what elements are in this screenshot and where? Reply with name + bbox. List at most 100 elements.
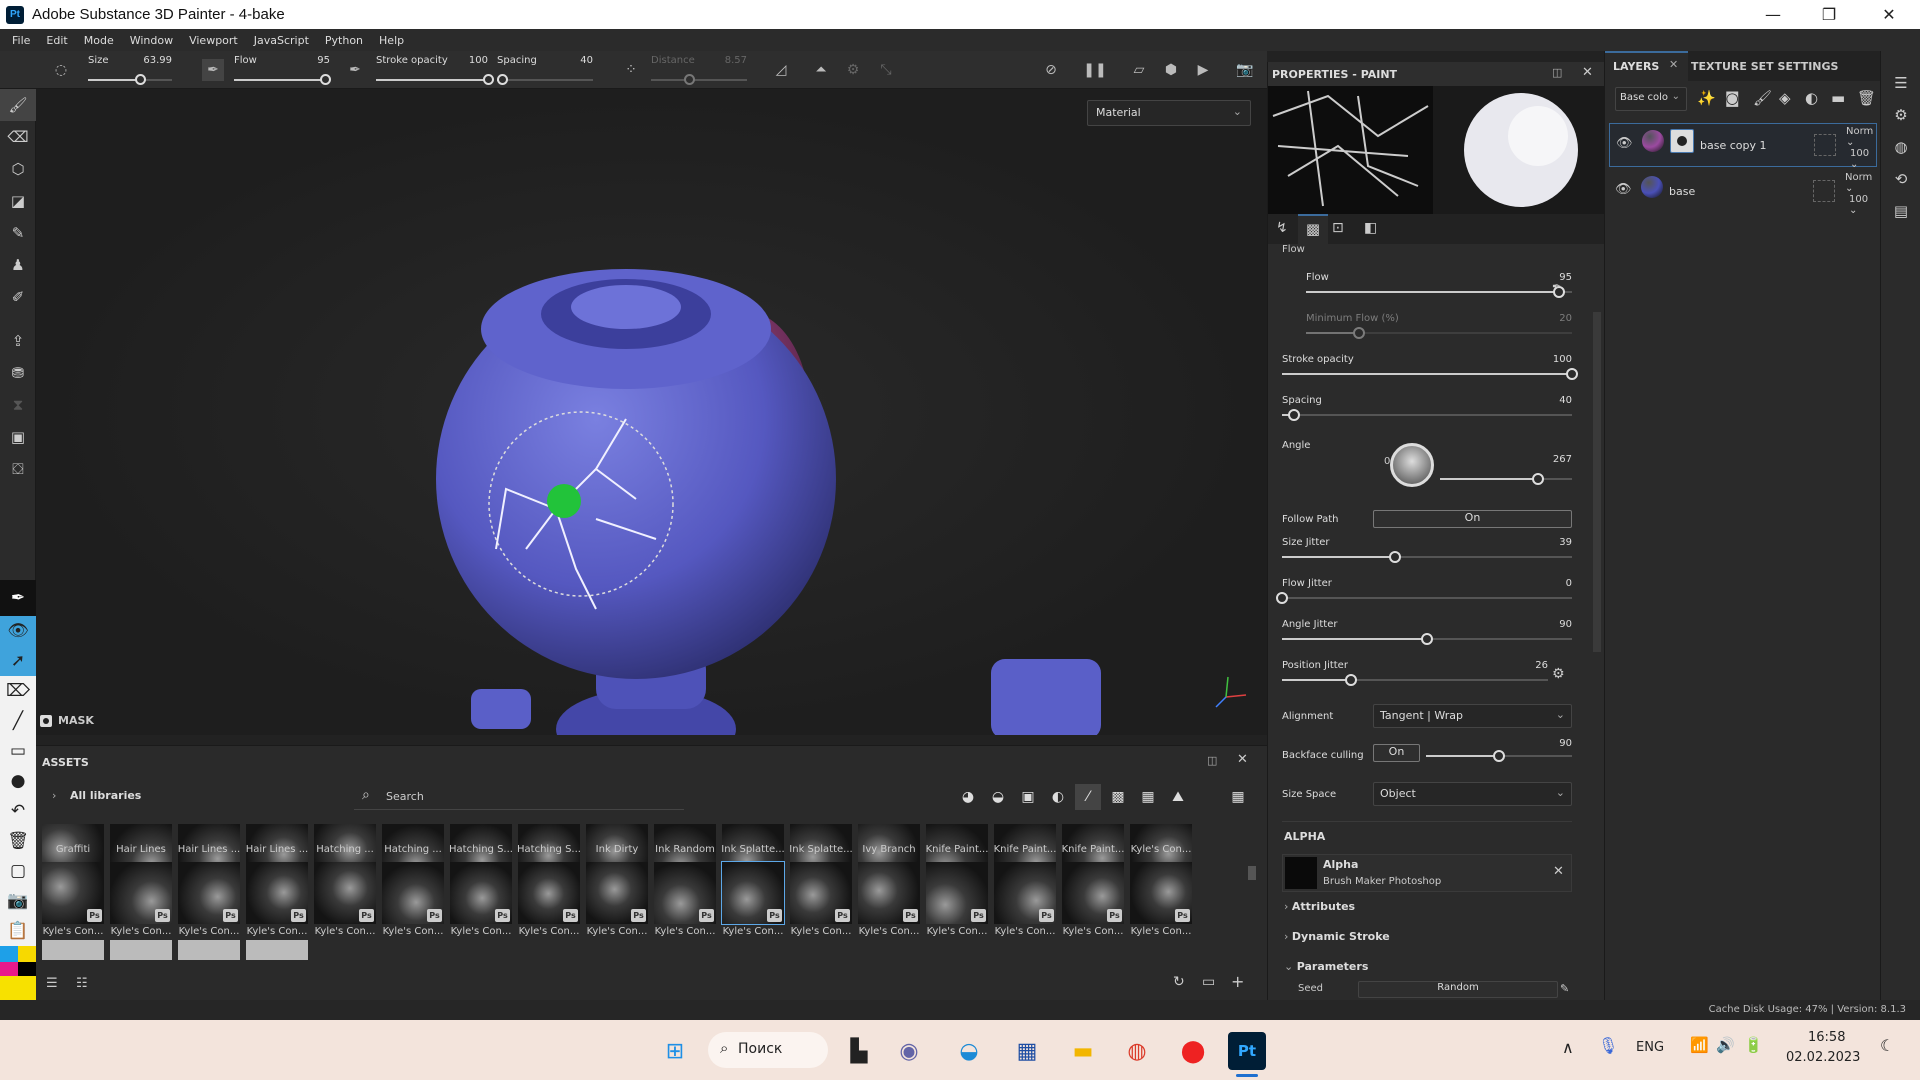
battery-icon[interactable]: 🔋 <box>1744 1036 1763 1054</box>
close-panel-icon[interactable]: ✕ <box>1582 65 1593 80</box>
blend-mode-dropdown[interactable]: Norm ⌄ <box>1846 126 1876 148</box>
camera-capture-icon[interactable]: 📷 <box>0 886 36 916</box>
close-panel-icon[interactable]: ✕ <box>1237 752 1248 767</box>
asset-thumbnail[interactable]: Ps <box>790 862 852 924</box>
asset-thumbnail[interactable]: Ps <box>246 862 308 924</box>
swatch-yellow[interactable] <box>18 946 36 962</box>
slider-knob[interactable] <box>1276 592 1288 604</box>
pause-icon[interactable]: ❚❚ <box>1083 59 1106 81</box>
visibility-eye-icon[interactable]: 👁 <box>1616 136 1633 151</box>
add-fill-layer-icon[interactable]: ◈ <box>1779 89 1791 107</box>
asset-thumbnail[interactable]: Ps <box>1130 862 1192 924</box>
asset-thumbnail[interactable] <box>1062 940 1124 960</box>
filter-grunges-icon[interactable]: ▦ <box>1135 784 1161 810</box>
size-jitter-slider[interactable]: Size Jitter 39 <box>1282 537 1572 567</box>
jitter-settings-gear-icon[interactable]: ⚙ <box>1552 666 1565 682</box>
filter-alphas-icon[interactable]: ▩ <box>1105 784 1131 810</box>
asset-thumbnail[interactable]: Ps <box>586 862 648 924</box>
asset-thumbnail[interactable]: Ps <box>382 862 444 924</box>
section-parameters[interactable]: ⌄ Parameters <box>1284 960 1368 973</box>
start-button-windows-icon[interactable]: ⊞ <box>656 1032 694 1070</box>
flow-knob[interactable] <box>320 74 332 85</box>
asset-thumbnail[interactable] <box>42 940 104 960</box>
layer-name[interactable]: base copy 1 <box>1700 139 1766 152</box>
distance-knob[interactable] <box>684 74 696 85</box>
menu-edit[interactable]: Edit <box>38 34 75 47</box>
layer-row[interactable]: 👁 base Norm ⌄ 100 ⌄ <box>1609 170 1877 216</box>
slider-knob[interactable] <box>1566 368 1578 380</box>
slider-knob[interactable] <box>1531 473 1544 485</box>
stroke-curve-icon[interactable]: ◿ <box>770 59 792 81</box>
backface-culling-slider[interactable] <box>1426 749 1572 763</box>
menu-python[interactable]: Python <box>317 34 371 47</box>
asset-thumbnail[interactable] <box>722 940 784 960</box>
remove-alpha-icon[interactable]: ✕ <box>1553 864 1564 879</box>
add-smart-material-icon[interactable]: ◐ <box>1805 89 1818 107</box>
pen-pressure-flow-icon[interactable]: ✒ <box>344 59 366 81</box>
layer-mask-thumbnail[interactable] <box>1670 129 1694 153</box>
bake-icon[interactable]: ⛃ <box>0 357 36 389</box>
mask-toggle[interactable]: MASK <box>40 714 94 727</box>
tab-brush-icon[interactable]: ↯ <box>1276 220 1288 236</box>
taskbar-search[interactable]: ⌕ Поиск <box>708 1032 828 1068</box>
backface-culling-toggle[interactable]: On <box>1373 744 1420 762</box>
language-indicator[interactable]: ENG <box>1636 1040 1664 1055</box>
asset-thumbnail[interactable]: Ps <box>654 862 716 924</box>
asset-thumbnail[interactable] <box>790 940 852 960</box>
asset-thumbnail[interactable] <box>926 940 988 960</box>
asset-thumbnail[interactable]: Ps <box>314 862 376 924</box>
asset-thumbnail[interactable]: Ps <box>42 862 104 924</box>
history-icon[interactable]: ⟲ <box>1881 163 1920 195</box>
float-panel-icon[interactable]: ◫ <box>1207 754 1217 767</box>
refresh-icon[interactable]: ↻ <box>1173 974 1185 990</box>
asset-thumbnail[interactable]: Ps <box>518 862 580 924</box>
layer-name[interactable]: base <box>1669 185 1695 198</box>
hide-icon[interactable]: ⊘ <box>1040 59 1062 81</box>
filter-smart-materials-icon[interactable]: ◒ <box>985 784 1011 810</box>
blend-mode-dropdown[interactable]: Norm ⌄ <box>1845 172 1877 194</box>
paint-brush-tool-icon[interactable]: 🖌 <box>0 89 36 121</box>
angle-slider[interactable] <box>1440 472 1572 486</box>
show-hidden-icons-chevron[interactable]: ∧ <box>1562 1038 1574 1057</box>
tab-material-icon[interactable]: ◧ <box>1364 220 1377 236</box>
asset-thumbnail[interactable] <box>1130 940 1192 960</box>
import-folder-icon[interactable]: ☷ <box>76 976 88 991</box>
seed-random-button[interactable]: Random <box>1358 981 1558 998</box>
undo-icon[interactable]: ↶ <box>0 796 36 826</box>
add-paint-layer-icon[interactable]: 🖌 <box>1753 89 1772 107</box>
slider-knob[interactable] <box>1389 551 1402 563</box>
3d-viewport[interactable] <box>36 89 1267 735</box>
eraser-icon[interactable]: ⌦ <box>0 676 36 706</box>
spacing-knob[interactable] <box>496 74 508 85</box>
trash-icon[interactable]: 🗑 <box>0 826 36 856</box>
filter-materials-icon[interactable]: ◕ <box>955 784 981 810</box>
clock-date[interactable]: 02.02.2023 <box>1786 1050 1860 1065</box>
volume-icon[interactable]: 🔊 <box>1716 1036 1735 1054</box>
export-icon[interactable]: ⇪ <box>0 325 36 357</box>
lazy-mouse-icon[interactable]: ⁘ <box>620 59 642 81</box>
log-icon[interactable]: ▤ <box>1881 195 1920 227</box>
camera-icon[interactable]: ▶ <box>1192 59 1214 81</box>
asset-thumbnail[interactable] <box>110 940 172 960</box>
asset-thumbnail[interactable]: Ps <box>858 862 920 924</box>
asset-thumbnail[interactable] <box>314 940 376 960</box>
asset-thumbnail[interactable] <box>654 940 716 960</box>
camera-perspective-icon[interactable]: ▱ <box>1128 59 1150 81</box>
color-palette[interactable] <box>0 946 36 1006</box>
stroke-opacity-slider[interactable]: Stroke opacity 100 <box>1282 354 1578 384</box>
library-selector[interactable]: All libraries <box>70 789 141 802</box>
highlighter-icon[interactable]: ▭ <box>0 736 36 766</box>
channel-dropdown[interactable]: Base colo ⌄ <box>1615 87 1687 111</box>
minimize-button[interactable]: — <box>1750 0 1796 29</box>
chrome-icon[interactable]: ◍ <box>1118 1032 1156 1070</box>
texture-set-icon[interactable]: ▣ <box>0 421 36 453</box>
microphone-icon[interactable]: 🎙 <box>1598 1036 1618 1055</box>
pen-nib-icon[interactable]: ✒ <box>0 580 36 616</box>
whiteboard-icon[interactable]: ▢ <box>0 856 36 886</box>
swatch-cyan[interactable] <box>0 946 18 962</box>
flow-slider[interactable]: Flow 95 <box>1306 272 1572 302</box>
tab-stencil-icon[interactable]: ⊡ <box>1332 220 1344 236</box>
clock-time[interactable]: 16:58 <box>1808 1030 1845 1045</box>
size-space-dropdown[interactable]: Object ⌄ <box>1373 782 1572 806</box>
restore-button[interactable]: ❐ <box>1806 0 1852 29</box>
